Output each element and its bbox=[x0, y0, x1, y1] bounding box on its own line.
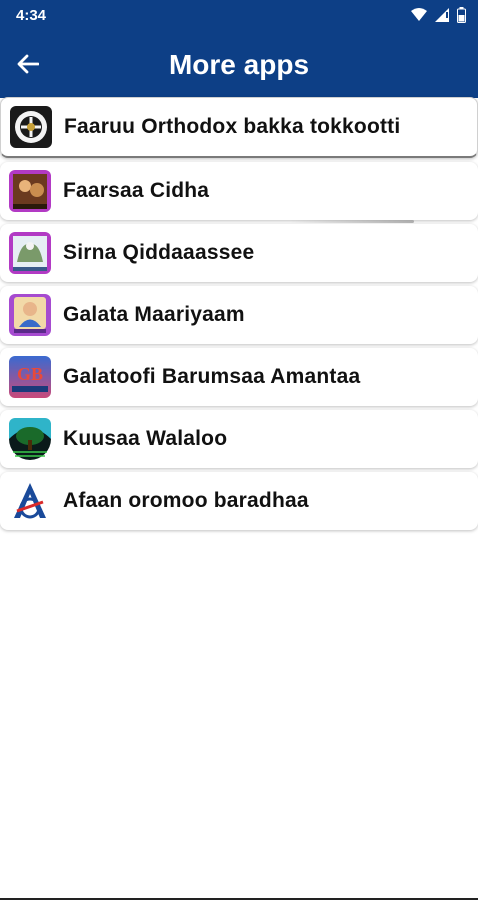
app-row-sirna-qiddaassee[interactable]: Sirna Qiddaaassee bbox=[0, 224, 478, 282]
row-divider bbox=[290, 220, 414, 223]
app-label: Sirna Qiddaaassee bbox=[63, 241, 255, 264]
wifi-icon bbox=[411, 8, 427, 22]
status-icons bbox=[411, 7, 466, 23]
app-label: Galatoofi Barumsaa Amantaa bbox=[63, 365, 361, 388]
status-bar: 4:34 bbox=[0, 0, 478, 32]
sirna-qiddaassee-icon bbox=[9, 232, 51, 274]
afaan-oromoo-icon bbox=[9, 480, 51, 522]
app-row-afaan-oromoo[interactable]: Afaan oromoo baradhaa bbox=[0, 472, 478, 530]
page-title: More apps bbox=[168, 49, 310, 80]
app-label: Galata Maariyaam bbox=[63, 303, 245, 326]
svg-text:GB: GB bbox=[17, 364, 43, 384]
app-label: Kuusaa Walaloo bbox=[63, 427, 228, 450]
battery-icon bbox=[457, 7, 466, 23]
app-row-galata-maariyaam[interactable]: Galata Maariyaam bbox=[0, 286, 478, 344]
galata-maariyaam-icon bbox=[9, 294, 51, 336]
app-label: Faaruu Orthodox bakka tokkootti bbox=[64, 115, 401, 138]
app-row-faarsaa-cidha[interactable]: Faarsaa Cidha bbox=[0, 162, 478, 223]
app-label: Afaan oromoo baradhaa bbox=[63, 489, 309, 512]
app-label: Faarsaa Cidha bbox=[63, 179, 210, 202]
app-row-kuusaa-walaloo[interactable]: Kuusaa Walaloo bbox=[0, 410, 478, 468]
app-row-galatoofi-barumsaa[interactable]: GB Galatoofi Barumsaa Amantaa bbox=[0, 348, 478, 406]
app-row-faaruu-orthodox[interactable]: Faaruu Orthodox bakka tokkootti bbox=[0, 97, 478, 158]
faarsaa-cidha-icon bbox=[9, 170, 51, 212]
kuusaa-walaloo-icon bbox=[9, 418, 51, 460]
app-bar: More apps bbox=[0, 32, 478, 98]
app-list: Faaruu Orthodox bakka tokkootti Faarsaa … bbox=[0, 97, 478, 534]
gb-icon: GB bbox=[9, 356, 51, 398]
signal-icon bbox=[435, 8, 449, 22]
orthodox-cross-icon bbox=[10, 106, 52, 148]
status-time: 4:34 bbox=[16, 7, 47, 24]
